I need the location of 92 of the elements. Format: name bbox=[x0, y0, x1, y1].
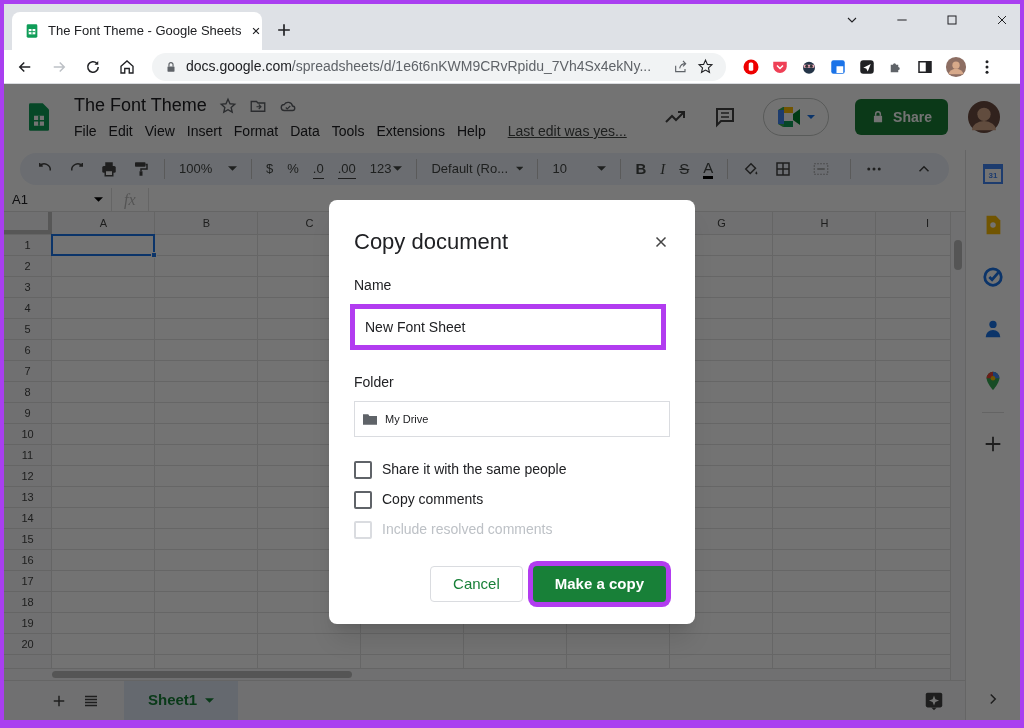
row-header[interactable]: 20 bbox=[4, 634, 51, 655]
paint-format-icon[interactable] bbox=[132, 160, 150, 178]
folder-icon bbox=[363, 413, 377, 425]
row-header[interactable]: 15 bbox=[4, 529, 51, 550]
column-header[interactable]: A bbox=[52, 212, 155, 234]
maximize-icon[interactable] bbox=[944, 12, 960, 28]
bold-button[interactable]: B bbox=[635, 157, 647, 181]
row-header[interactable]: 11 bbox=[4, 445, 51, 466]
menu-item[interactable]: Insert bbox=[186, 121, 222, 142]
menu-item[interactable]: Data bbox=[290, 121, 320, 142]
folder-picker[interactable]: My Drive bbox=[354, 401, 670, 437]
stop-sign-icon[interactable] bbox=[742, 57, 760, 76]
borders-icon[interactable] bbox=[774, 160, 793, 178]
row-header[interactable]: 10 bbox=[4, 424, 51, 445]
strikethrough-button[interactable]: S bbox=[679, 157, 690, 181]
tasks-icon[interactable] bbox=[982, 266, 1004, 288]
italic-button[interactable]: I bbox=[660, 157, 666, 181]
star-icon[interactable] bbox=[697, 58, 714, 75]
caret-icon[interactable] bbox=[393, 166, 403, 172]
print-icon[interactable] bbox=[100, 160, 118, 178]
document-title[interactable]: The Font Theme bbox=[74, 92, 207, 119]
address-bar[interactable]: docs.google.com/spreadsheets/d/1e6t6nKWM9CRvRpidu_7Vh4Sx4ekNy... bbox=[152, 52, 726, 81]
paper-plane-icon[interactable] bbox=[858, 57, 876, 76]
row-header[interactable]: 7 bbox=[4, 361, 51, 382]
row-header[interactable]: 1 bbox=[4, 235, 51, 256]
row-header[interactable]: 3 bbox=[4, 277, 51, 298]
caret-icon[interactable] bbox=[228, 166, 237, 172]
share-icon[interactable] bbox=[673, 58, 689, 75]
number-format-dropdown[interactable]: 123 bbox=[369, 159, 403, 179]
row-header[interactable]: 14 bbox=[4, 508, 51, 529]
menu-item[interactable]: Format bbox=[233, 121, 279, 142]
row-header[interactable]: 4 bbox=[4, 298, 51, 319]
row-header[interactable]: 16 bbox=[4, 550, 51, 571]
menu-item[interactable]: File bbox=[74, 121, 97, 142]
selected-cell[interactable] bbox=[51, 234, 155, 256]
horizontal-scrollbar[interactable] bbox=[4, 668, 950, 680]
caret-icon[interactable] bbox=[806, 114, 817, 120]
url-text: docs.google.com/spreadsheets/d/1e6t6nKWM9CRvRpidu_7Vh4Sx4ekNy... bbox=[186, 57, 653, 76]
checkbox-label[interactable]: Share it with the same people bbox=[382, 459, 567, 480]
cancel-button[interactable]: Cancel bbox=[430, 566, 523, 602]
column-header[interactable]: H bbox=[773, 212, 876, 234]
percent-button[interactable]: % bbox=[287, 159, 299, 179]
menu-item[interactable]: View bbox=[144, 121, 175, 142]
checkbox[interactable] bbox=[354, 460, 372, 479]
caret-icon[interactable] bbox=[516, 166, 524, 172]
menu-item[interactable]: Help bbox=[456, 121, 486, 142]
font-dropdown[interactable]: Default (Ro... bbox=[431, 159, 524, 179]
column-header[interactable]: I bbox=[876, 212, 965, 234]
row-header[interactable]: 18 bbox=[4, 592, 51, 613]
caret-icon[interactable] bbox=[94, 196, 103, 203]
row-header[interactable]: 17 bbox=[4, 571, 51, 592]
row-header[interactable]: 6 bbox=[4, 340, 51, 361]
column-header[interactable]: B bbox=[155, 212, 258, 234]
currency-button[interactable]: $ bbox=[266, 159, 274, 179]
checkbox-label: Include resolved comments bbox=[382, 520, 553, 539]
menu-item[interactable]: Extensions bbox=[376, 121, 445, 142]
row-header[interactable]: 9 bbox=[4, 403, 51, 424]
menu-item[interactable]: Edit bbox=[108, 121, 133, 142]
row-header[interactable]: 12 bbox=[4, 466, 51, 487]
extension-badge-icon[interactable] bbox=[829, 57, 847, 76]
dialog-title: Copy document bbox=[354, 228, 509, 256]
calendar-icon[interactable]: 31 bbox=[983, 164, 1003, 184]
browser-tab[interactable]: The Font Theme - Google Sheets bbox=[12, 12, 262, 50]
menu-item[interactable]: Tools bbox=[331, 121, 365, 142]
increase-decimals-button[interactable]: .00 bbox=[337, 158, 356, 180]
caret-icon[interactable] bbox=[205, 697, 215, 704]
row-header[interactable]: 5 bbox=[4, 319, 51, 340]
avatar-icon[interactable] bbox=[968, 101, 1000, 133]
name-box[interactable]: A1 bbox=[4, 188, 112, 211]
field-label: Name bbox=[354, 276, 393, 295]
avatar-icon[interactable] bbox=[945, 55, 967, 78]
star-icon[interactable] bbox=[218, 96, 237, 115]
tab-title: The Font Theme - Google Sheets bbox=[48, 22, 242, 41]
name-field[interactable]: New Font Sheet bbox=[350, 304, 666, 350]
video-camera-icon[interactable] bbox=[776, 106, 803, 128]
row-header[interactable]: 2 bbox=[4, 256, 51, 277]
row-header[interactable]: 13 bbox=[4, 487, 51, 508]
last-edit-link[interactable]: Last edit was yes... bbox=[507, 121, 627, 142]
vertical-scrollbar[interactable] bbox=[950, 212, 965, 680]
font-size-dropdown[interactable]: 10 bbox=[552, 159, 607, 179]
decrease-decimals-button[interactable]: .0 bbox=[312, 158, 324, 180]
text-color-button[interactable]: A bbox=[703, 159, 714, 179]
checkbox[interactable] bbox=[354, 490, 372, 509]
row-header[interactable]: 8 bbox=[4, 382, 51, 403]
zoom-dropdown[interactable]: 100% bbox=[179, 159, 237, 179]
sheet-tab[interactable]: Sheet1 bbox=[124, 681, 239, 720]
share-button[interactable]: Share bbox=[855, 99, 948, 135]
field-label: Folder bbox=[354, 373, 395, 392]
caret-icon[interactable] bbox=[597, 166, 607, 172]
row-header[interactable]: 19 bbox=[4, 613, 51, 634]
checkbox-label[interactable]: Copy comments bbox=[382, 489, 484, 510]
sheets-icon bbox=[24, 23, 40, 39]
